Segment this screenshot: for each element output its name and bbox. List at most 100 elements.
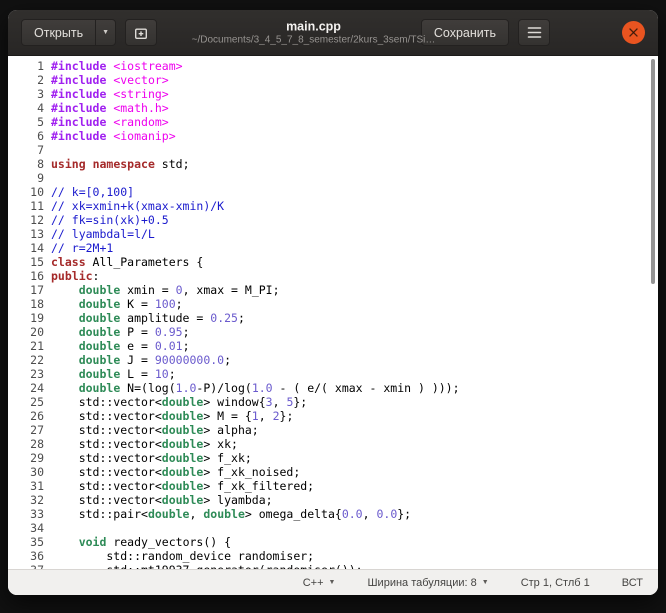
- line-number: 18: [8, 297, 44, 311]
- code-line: 21 double e = 0.01;: [8, 339, 658, 353]
- code-text: double amplitude = 0.25;: [44, 311, 245, 325]
- code-line: 29 std::vector<double> f_xk;: [8, 451, 658, 465]
- line-number: 4: [8, 101, 44, 115]
- code-line: 22 double J = 90000000.0;: [8, 353, 658, 367]
- code-text: class All_Parameters {: [44, 255, 203, 269]
- code-line: 19 double amplitude = 0.25;: [8, 311, 658, 325]
- language-label: C++: [303, 577, 324, 589]
- code-text: [44, 171, 51, 185]
- code-line: 34: [8, 521, 658, 535]
- code-line: 9: [8, 171, 658, 185]
- code-line: 5#include <random>: [8, 115, 658, 129]
- code-text: [44, 521, 51, 535]
- cursor-position: Стр 1, Стлб 1: [521, 577, 590, 589]
- line-number: 30: [8, 465, 44, 479]
- code-lines: 1#include <iostream>2#include <vector>3#…: [8, 59, 658, 569]
- code-line: 37 std::mt19937 generator(randomiser());: [8, 563, 658, 569]
- statusbar: C++▼ Ширина табуляции: 8▼ Стр 1, Стлб 1 …: [8, 569, 658, 595]
- code-line: 7: [8, 143, 658, 157]
- code-line: 36 std::random_device randomiser;: [8, 549, 658, 563]
- close-icon: [629, 28, 638, 37]
- open-button[interactable]: Открыть: [21, 19, 96, 46]
- line-number: 1: [8, 59, 44, 73]
- new-document-button[interactable]: [125, 19, 157, 46]
- code-text: #include <iostream>: [44, 59, 183, 73]
- code-text: #include <iomanip>: [44, 129, 176, 143]
- text-editor[interactable]: 1#include <iostream>2#include <vector>3#…: [8, 56, 658, 569]
- code-text: std::mt19937 generator(randomiser());: [44, 563, 363, 569]
- code-line: 24 double N=(log(1.0-P)/log(1.0 - ( e/( …: [8, 381, 658, 395]
- code-text: [44, 143, 51, 157]
- code-line: 8using namespace std;: [8, 157, 658, 171]
- gedit-window: Открыть ▼ main.cpp ~/Documents/3_4_5_7_8…: [8, 10, 658, 595]
- code-text: #include <string>: [44, 87, 169, 101]
- line-number: 35: [8, 535, 44, 549]
- code-line: 32 std::vector<double> lyambda;: [8, 493, 658, 507]
- code-line: 6#include <iomanip>: [8, 129, 658, 143]
- code-line: 26 std::vector<double> M = {1, 2};: [8, 409, 658, 423]
- code-line: 27 std::vector<double> alpha;: [8, 423, 658, 437]
- open-split-button: Открыть ▼: [21, 19, 116, 46]
- code-text: std::vector<double> f_xk_filtered;: [44, 479, 314, 493]
- line-number: 16: [8, 269, 44, 283]
- new-tab-icon: [133, 25, 149, 41]
- code-text: double L = 10;: [44, 367, 176, 381]
- vertical-scrollbar[interactable]: [651, 59, 655, 284]
- code-text: std::vector<double> f_xk;: [44, 451, 252, 465]
- line-number: 13: [8, 227, 44, 241]
- line-number: 11: [8, 199, 44, 213]
- code-line: 28 std::vector<double> xk;: [8, 437, 658, 451]
- line-number: 20: [8, 325, 44, 339]
- line-number: 24: [8, 381, 44, 395]
- line-number: 27: [8, 423, 44, 437]
- code-line: 13// lyambdal=l/L: [8, 227, 658, 241]
- code-text: std::pair<double, double> omega_delta{0.…: [44, 507, 411, 521]
- line-number: 32: [8, 493, 44, 507]
- line-number: 31: [8, 479, 44, 493]
- line-number: 21: [8, 339, 44, 353]
- tab-width-label: Ширина табуляции: 8: [367, 577, 476, 589]
- document-path: ~/Documents/3_4_5_7_8_semester/2kurs_3se…: [192, 34, 436, 46]
- line-number: 19: [8, 311, 44, 325]
- code-text: std::vector<double> xk;: [44, 437, 238, 451]
- code-line: 12// fk=sin(xk)+0.5: [8, 213, 658, 227]
- line-number: 17: [8, 283, 44, 297]
- code-text: public:: [44, 269, 99, 283]
- line-number: 22: [8, 353, 44, 367]
- language-selector[interactable]: C++▼: [303, 577, 336, 589]
- line-number: 29: [8, 451, 44, 465]
- line-number: 23: [8, 367, 44, 381]
- line-number: 15: [8, 255, 44, 269]
- tab-width-selector[interactable]: Ширина табуляции: 8▼: [367, 577, 488, 589]
- code-line: 30 std::vector<double> f_xk_noised;: [8, 465, 658, 479]
- code-text: double e = 0.01;: [44, 339, 190, 353]
- code-text: std::vector<double> f_xk_noised;: [44, 465, 300, 479]
- document-title: main.cpp: [192, 19, 436, 34]
- line-number: 10: [8, 185, 44, 199]
- line-number: 6: [8, 129, 44, 143]
- code-text: double K = 100;: [44, 297, 183, 311]
- line-number: 25: [8, 395, 44, 409]
- code-line: 20 double P = 0.95;: [8, 325, 658, 339]
- code-text: std::vector<double> lyambda;: [44, 493, 273, 507]
- hamburger-menu-icon: [527, 26, 542, 39]
- menu-button[interactable]: [518, 19, 550, 46]
- code-line: 18 double K = 100;: [8, 297, 658, 311]
- code-line: 25 std::vector<double> window{3, 5};: [8, 395, 658, 409]
- code-text: // k=[0,100]: [44, 185, 134, 199]
- line-number: 5: [8, 115, 44, 129]
- code-line: 3#include <string>: [8, 87, 658, 101]
- code-line: 23 double L = 10;: [8, 367, 658, 381]
- line-number: 8: [8, 157, 44, 171]
- headerbar[interactable]: Открыть ▼ main.cpp ~/Documents/3_4_5_7_8…: [8, 10, 658, 56]
- code-text: double N=(log(1.0-P)/log(1.0 - ( e/( xma…: [44, 381, 460, 395]
- code-line: 31 std::vector<double> f_xk_filtered;: [8, 479, 658, 493]
- code-text: std::random_device randomiser;: [44, 549, 314, 563]
- line-number: 12: [8, 213, 44, 227]
- window-title-area: main.cpp ~/Documents/3_4_5_7_8_semester/…: [192, 19, 436, 46]
- code-line: 15class All_Parameters {: [8, 255, 658, 269]
- code-text: double P = 0.95;: [44, 325, 190, 339]
- code-text: #include <random>: [44, 115, 169, 129]
- window-close-button[interactable]: [622, 21, 645, 44]
- open-recent-dropdown-button[interactable]: ▼: [95, 19, 116, 46]
